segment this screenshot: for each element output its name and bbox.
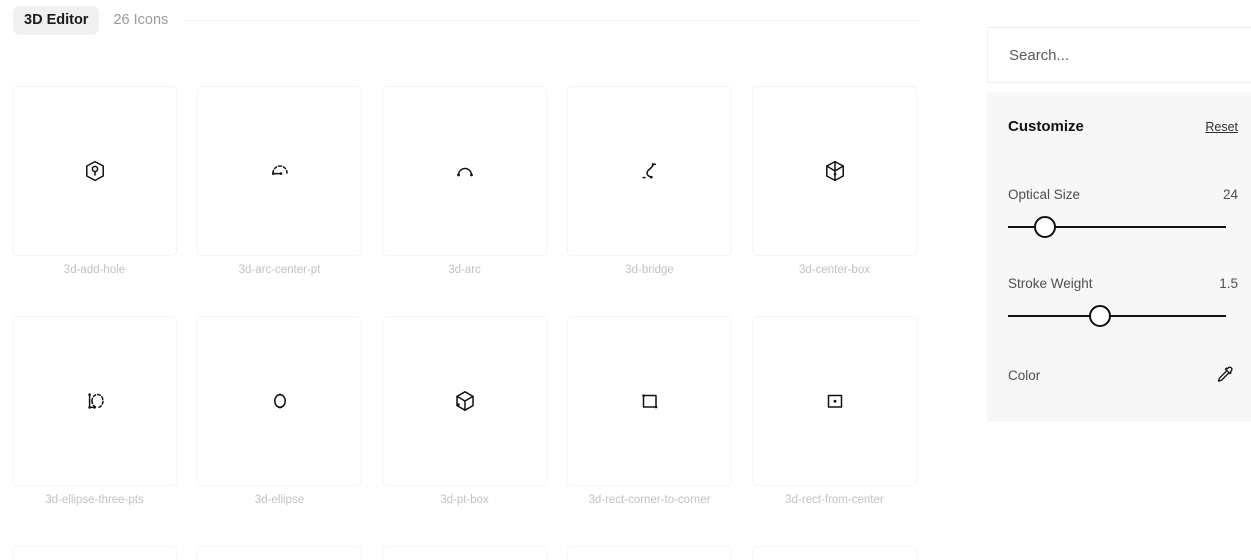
icon-tile-3d-center-box[interactable]: [752, 86, 917, 256]
icon-cell: 3d-pt-box: [382, 316, 547, 506]
rect-corner-to-corner-icon: [638, 389, 662, 413]
icon-tile[interactable]: [567, 546, 732, 560]
icon-name-label: 3d-rect-from-center: [785, 494, 884, 506]
optical-size-row: Optical Size 24: [1008, 187, 1238, 202]
icon-cell: 3d-add-hole: [12, 86, 177, 276]
optical-size-slider[interactable]: [1008, 216, 1238, 238]
pt-box-icon: [453, 389, 477, 413]
optical-size-value: 24: [1222, 187, 1238, 202]
icon-name-label: 3d-center-box: [799, 264, 870, 276]
stroke-weight-track[interactable]: [1008, 315, 1226, 317]
search-input[interactable]: [988, 46, 1251, 64]
icon-tile-3d-arc[interactable]: [382, 86, 547, 256]
eyedropper-icon[interactable]: [1215, 365, 1235, 385]
icon-tile[interactable]: [12, 546, 177, 560]
icon-tile[interactable]: [197, 546, 362, 560]
stroke-weight-thumb[interactable]: [1089, 305, 1111, 327]
cube-hole-icon: [83, 159, 107, 183]
icon-cell: [12, 546, 177, 560]
customize-panel: Customize Reset Optical Size 24 Stroke W…: [987, 92, 1251, 422]
optical-size-control: Optical Size 24: [1008, 187, 1238, 238]
reset-button[interactable]: Reset: [1205, 120, 1238, 134]
bridge-icon: [638, 159, 662, 183]
icon-browser-app: 3D Editor 26 Icons 3d-add-hole 3d-arc-cen…: [0, 0, 1251, 560]
icon-cell: [752, 546, 917, 560]
icon-cell: 3d-ellipse: [197, 316, 362, 506]
icon-tile-3d-ellipse[interactable]: [197, 316, 362, 486]
stroke-weight-value: 1.5: [1219, 276, 1238, 291]
icon-cell: 3d-rect-from-center: [752, 316, 917, 506]
icon-tile[interactable]: [752, 546, 917, 560]
icon-name-label: 3d-arc-center-pt: [238, 264, 321, 276]
tab-3d-editor[interactable]: 3D Editor: [13, 5, 100, 35]
optical-size-thumb[interactable]: [1033, 216, 1056, 238]
stroke-weight-row: Stroke Weight 1.5: [1008, 276, 1238, 291]
icon-name-label: 3d-add-hole: [63, 264, 126, 276]
stroke-weight-slider[interactable]: [1008, 305, 1238, 327]
icon-name-label: 3d-ellipse: [254, 494, 305, 506]
icon-name-label: 3d-pt-box: [440, 494, 489, 506]
icon-cell: 3d-arc: [382, 86, 547, 276]
icon-cell: 3d-ellipse-three-pts: [12, 316, 177, 506]
customize-title: Customize: [1008, 118, 1084, 135]
icon-tile-3d-ellipse-three-pts[interactable]: [12, 316, 177, 486]
right-panel: Customize Reset Optical Size 24 Stroke W…: [987, 0, 1251, 560]
icon-cell: 3d-arc-center-pt: [197, 86, 362, 276]
icon-count-label: 26 Icons: [113, 12, 169, 28]
icon-tile[interactable]: [382, 546, 547, 560]
color-control: Color: [1008, 365, 1238, 385]
header-divider: [184, 19, 920, 21]
icon-tile-3d-arc-center-pt[interactable]: [197, 86, 362, 256]
icon-cell: [197, 546, 362, 560]
arc-center-pt-icon: [268, 159, 292, 183]
ellipse-three-pts-icon: [83, 389, 107, 413]
search-box[interactable]: [987, 27, 1251, 83]
ellipse-icon: [268, 389, 292, 413]
arc-icon: [453, 159, 477, 183]
icon-tile-3d-bridge[interactable]: [567, 86, 732, 256]
optical-size-label: Optical Size: [1008, 187, 1081, 202]
icon-cell: [567, 546, 732, 560]
icon-grid: 3d-add-hole 3d-arc-center-pt 3d-arc 3d-brid…: [0, 86, 930, 560]
icon-tile-3d-rect-corner-to-corner[interactable]: [567, 316, 732, 486]
color-label: Color: [1008, 367, 1041, 383]
icon-tile-3d-pt-box[interactable]: [382, 316, 547, 486]
stroke-weight-control: Stroke Weight 1.5: [1008, 276, 1238, 327]
customize-header: Customize Reset: [1008, 118, 1238, 135]
icon-name-label: 3d-arc: [448, 264, 481, 276]
icon-cell: [382, 546, 547, 560]
icon-cell: 3d-center-box: [752, 86, 917, 276]
header-bar: 3D Editor 26 Icons: [0, 0, 930, 40]
icon-tile-3d-add-hole[interactable]: [12, 86, 177, 256]
rect-from-center-icon: [823, 389, 847, 413]
stroke-weight-label: Stroke Weight: [1008, 276, 1093, 291]
icon-tile-3d-rect-from-center[interactable]: [752, 316, 917, 486]
icon-name-label: 3d-ellipse-three-pts: [45, 494, 144, 506]
icon-name-label: 3d-bridge: [625, 264, 674, 276]
icon-cell: 3d-bridge: [567, 86, 732, 276]
icon-cell: 3d-rect-corner-to-corner: [567, 316, 732, 506]
icon-name-label: 3d-rect-corner-to-corner: [588, 494, 711, 506]
center-box-icon: [823, 159, 847, 183]
